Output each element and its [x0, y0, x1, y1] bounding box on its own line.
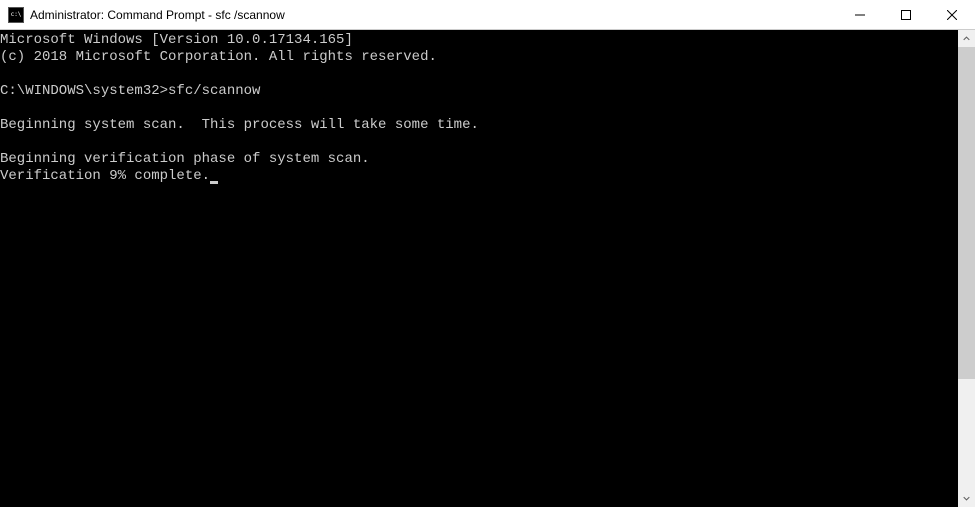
window-controls	[837, 0, 975, 29]
titlebar[interactable]: Administrator: Command Prompt - sfc /sca…	[0, 0, 975, 30]
command-prompt-window: Administrator: Command Prompt - sfc /sca…	[0, 0, 975, 507]
terminal-line: Beginning system scan. This process will…	[0, 117, 958, 134]
maximize-button[interactable]	[883, 0, 929, 29]
chevron-down-icon	[963, 495, 970, 502]
scrollbar-thumb[interactable]	[958, 47, 975, 379]
close-icon	[947, 10, 957, 20]
scroll-up-button[interactable]	[958, 30, 975, 47]
terminal-text: Verification 9% complete.	[0, 168, 210, 184]
vertical-scrollbar[interactable]	[958, 30, 975, 507]
chevron-up-icon	[963, 35, 970, 42]
cursor	[210, 181, 218, 184]
terminal-line: Verification 9% complete.	[0, 168, 958, 185]
terminal-line: Microsoft Windows [Version 10.0.17134.16…	[0, 32, 958, 49]
close-button[interactable]	[929, 0, 975, 29]
terminal-line: C:\WINDOWS\system32>sfc/scannow	[0, 83, 958, 100]
scroll-down-button[interactable]	[958, 490, 975, 507]
terminal-line: (c) 2018 Microsoft Corporation. All righ…	[0, 49, 958, 66]
scrollbar-track[interactable]	[958, 47, 975, 490]
terminal-line: Beginning verification phase of system s…	[0, 151, 958, 168]
terminal-line	[0, 100, 958, 117]
minimize-icon	[855, 10, 865, 20]
terminal-output[interactable]: Microsoft Windows [Version 10.0.17134.16…	[0, 30, 958, 507]
window-title: Administrator: Command Prompt - sfc /sca…	[30, 8, 837, 22]
terminal-line	[0, 134, 958, 151]
minimize-button[interactable]	[837, 0, 883, 29]
terminal-line	[0, 66, 958, 83]
terminal-area: Microsoft Windows [Version 10.0.17134.16…	[0, 30, 975, 507]
maximize-icon	[901, 10, 911, 20]
cmd-icon	[8, 7, 24, 23]
